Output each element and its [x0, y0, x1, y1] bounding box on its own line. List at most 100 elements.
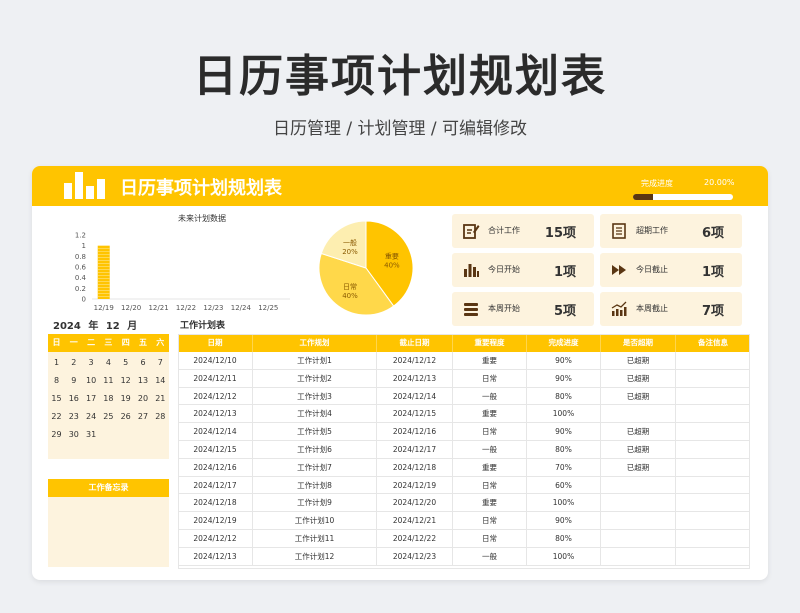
table-row[interactable]: 2024/12/19 工作计划10 2024/12/21 日常 90% — [178, 512, 750, 530]
calendar-grid: 日一二三四五六 1 2 3 4 5 6 7 8 9 10 11 12 13 14 15 16 17 18 19 20 2… — [48, 334, 169, 459]
stat-value: 15项 — [544, 226, 576, 241]
table-cell: 80% — [526, 529, 600, 547]
x-tick-label: 12/25 — [258, 304, 278, 312]
table-cell: 2024/12/15 — [376, 405, 452, 423]
pie-label-pct: 20% — [342, 248, 358, 256]
y-tick-label: 0.2 — [75, 285, 86, 293]
table-cell: 2024/12/16 — [376, 423, 452, 440]
dashboard-title: 日历事项计划规划表 — [120, 178, 282, 199]
edit-document-icon — [462, 222, 480, 240]
calendar-day[interactable]: 24 — [83, 412, 100, 421]
table-cell: 2024/12/16 — [193, 462, 237, 472]
calendar-day[interactable]: 1 — [48, 358, 65, 367]
weekday-label: 四 — [121, 338, 130, 347]
column-header: 是否超期 — [600, 334, 675, 352]
table-cell: 90% — [526, 423, 600, 440]
calendar-day[interactable]: 25 — [100, 412, 117, 421]
calendar-day[interactable]: 5 — [117, 358, 134, 367]
calendar-day[interactable]: 28 — [152, 412, 169, 421]
calendar-day[interactable]: 18 — [100, 394, 117, 403]
table-cell: 工作计划1 — [252, 352, 376, 369]
y-tick-label: 1.2 — [75, 232, 86, 240]
calendar-day[interactable]: 2 — [65, 358, 82, 367]
table-cell: 日常 — [452, 369, 526, 387]
table-row[interactable]: 2024/12/13 工作计划12 2024/12/23 一般 100% — [178, 547, 750, 566]
calendar-day[interactable]: 17 — [83, 394, 100, 403]
stat-value: 7项 — [701, 304, 724, 319]
progress-bar-fill — [633, 194, 653, 200]
calendar-day[interactable]: 11 — [100, 376, 117, 385]
weekday-label: 一 — [69, 338, 78, 347]
calendar-day[interactable]: 10 — [83, 376, 100, 385]
y-tick-label: 0 — [82, 296, 86, 304]
calendar-day[interactable]: 14 — [152, 376, 169, 385]
calendar-day[interactable]: 26 — [117, 412, 134, 421]
weekday-label: 五 — [139, 338, 147, 347]
table-cell: 一般 — [452, 387, 526, 405]
table-cell: 2024/12/12 — [376, 352, 452, 369]
table-cell — [600, 529, 675, 547]
table-cell: 2024/12/10 — [193, 356, 237, 365]
table-cell: 2024/12/19 — [376, 476, 452, 494]
calendar-day[interactable]: 16 — [65, 394, 82, 403]
bar-chart-icon — [462, 261, 480, 279]
hero-subtitle: 日历管理 / 计划管理 / 可编辑修改 — [272, 119, 528, 139]
calendar-weekday-header: 日一二三四五六 — [48, 334, 169, 352]
table-cell: 2024/12/18 — [193, 498, 237, 508]
calendar-day[interactable]: 8 — [48, 376, 65, 385]
calendar-day[interactable]: 29 — [48, 430, 65, 439]
table-row[interactable]: 2024/12/17 工作计划8 2024/12/19 日常 60% — [178, 476, 750, 495]
calendar-day[interactable]: 13 — [135, 376, 152, 385]
calendar-day[interactable]: 12 — [117, 376, 134, 385]
table-row[interactable]: 2024/12/14 工作计划5 2024/12/16 日常 90% 已超期 — [178, 423, 750, 441]
hero-title: 日历事项计划规划表 — [193, 51, 607, 102]
calendar-year: 2024 — [53, 321, 81, 332]
stat-label: 本周开始 — [488, 304, 520, 313]
table-row[interactable]: 2024/12/13 工作计划4 2024/12/15 重要 100% — [178, 405, 750, 424]
stat-label: 超期工作 — [636, 226, 668, 235]
calendar-day[interactable]: 6 — [135, 358, 152, 367]
calendar-day[interactable]: 31 — [83, 430, 100, 439]
x-tick-label: 12/19 — [94, 304, 114, 312]
calendar-day[interactable]: 19 — [117, 394, 134, 403]
table-row[interactable]: 2024/12/11 工作计划2 2024/12/13 日常 90% 已超期 — [178, 369, 750, 388]
stat-label: 合计工作 — [488, 226, 520, 235]
calendar-day[interactable]: 22 — [48, 412, 65, 421]
calendar-month-unit: 月 — [127, 321, 138, 332]
weekday-label: 日 — [52, 338, 61, 347]
table-cell: 90% — [526, 352, 600, 369]
table-cell: 2024/12/20 — [376, 494, 452, 512]
stat-value: 1项 — [701, 265, 724, 280]
x-tick-label: 12/24 — [231, 304, 252, 312]
calendar-day[interactable]: 23 — [65, 412, 82, 421]
table-cell: 已超期 — [600, 423, 675, 440]
table-cell: 工作计划8 — [252, 476, 376, 494]
table-cell: 一般 — [452, 440, 526, 458]
calendar-day[interactable]: 15 — [48, 394, 65, 403]
table-cell: 100% — [526, 494, 600, 512]
calendar-day[interactable]: 27 — [135, 412, 152, 421]
stat-label: 今日开始 — [488, 265, 520, 274]
calendar-day[interactable]: 4 — [100, 358, 117, 367]
calendar-day[interactable]: 7 — [152, 358, 169, 367]
table-row[interactable]: 2024/12/12 工作计划11 2024/12/22 日常 80% — [178, 529, 750, 548]
table-row[interactable]: 2024/12/18 工作计划9 2024/12/20 重要 100% — [178, 494, 750, 513]
stat-value: 1项 — [553, 265, 576, 280]
calendar-day[interactable]: 30 — [65, 430, 82, 439]
table-row[interactable]: 2024/12/10 工作计划1 2024/12/12 重要 90% 已超期 — [178, 352, 750, 370]
table-row[interactable]: 2024/12/16 工作计划7 2024/12/18 重要 70% 已超期 — [178, 458, 750, 477]
table-cell — [675, 547, 750, 565]
table-header-row: 日期 工作规划 截止日期 重要程度 完成进度 是否超期 备注信息 — [178, 334, 750, 352]
table-cell — [600, 494, 675, 512]
table-row[interactable]: 2024/12/15 工作计划6 2024/12/17 一般 80% 已超期 — [178, 440, 750, 459]
calendar-day[interactable]: 20 — [135, 394, 152, 403]
table-cell: 已超期 — [600, 440, 675, 458]
calendar-day[interactable]: 3 — [83, 358, 100, 367]
memo-area[interactable] — [48, 497, 169, 567]
weekday-label: 六 — [156, 338, 165, 347]
calendar-day[interactable]: 21 — [152, 394, 169, 403]
calendar-day[interactable]: 9 — [65, 376, 82, 385]
pie-label-pct: 40% — [384, 262, 400, 270]
table-row[interactable]: 2024/12/12 工作计划3 2024/12/14 一般 80% 已超期 — [178, 387, 750, 406]
stat-card: 今日截止 1项 — [600, 253, 742, 287]
